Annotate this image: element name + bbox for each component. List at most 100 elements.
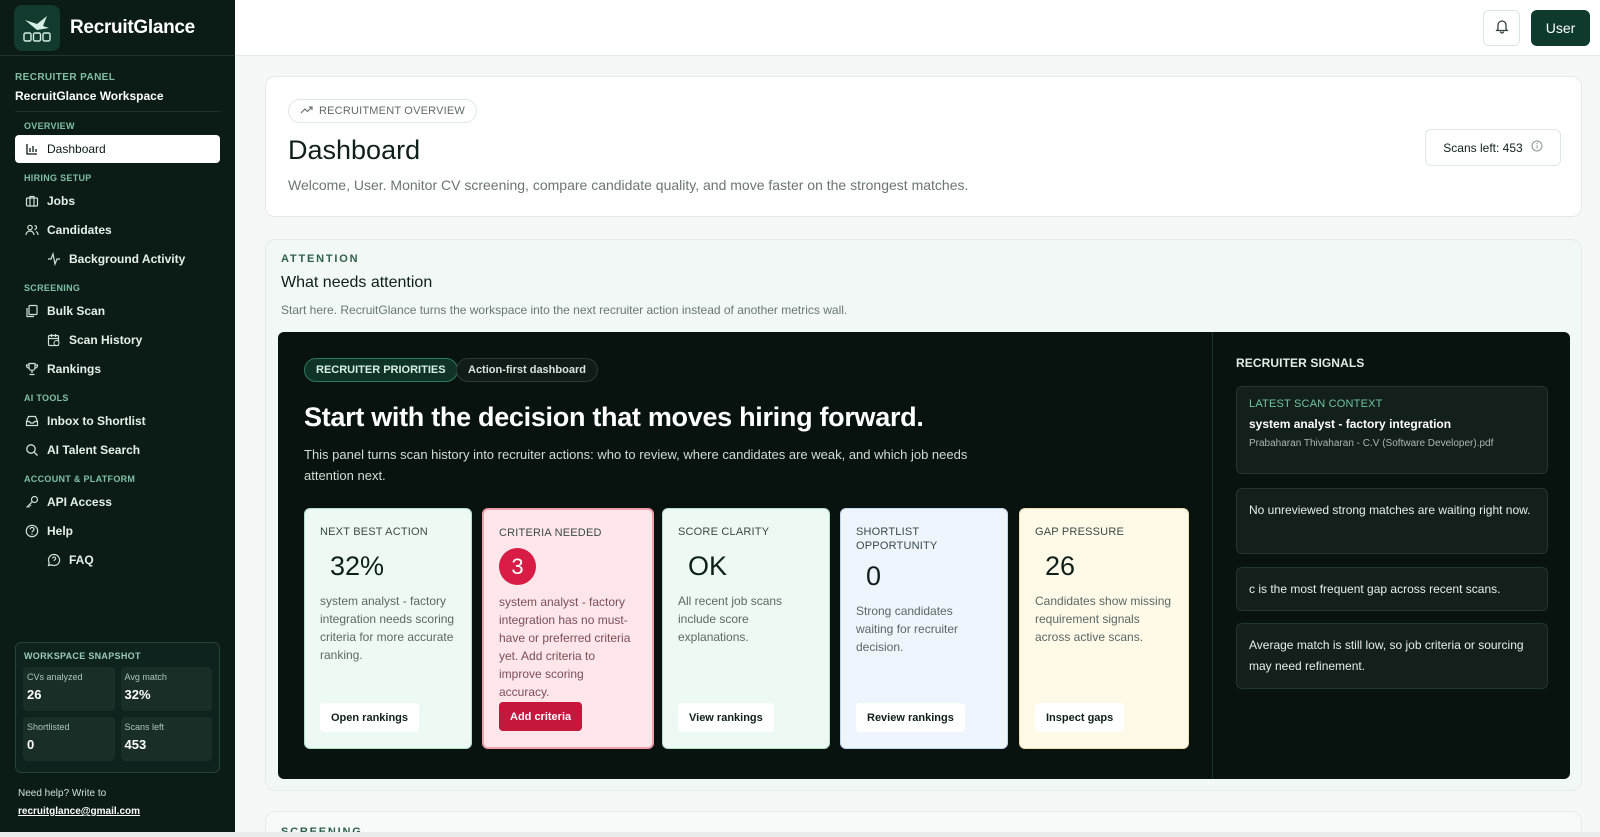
help-text: Need help? Write to [18, 788, 107, 799]
card-text: system analyst - factory integration has… [499, 595, 631, 699]
workspace-snapshot: WORKSPACE SNAPSHOT CVs analyzed 26 Avg m… [15, 642, 220, 773]
attention-title: What needs attention [281, 274, 433, 291]
activity-icon [47, 252, 61, 266]
overview-pill: RECRUITMENT OVERVIEW [288, 99, 477, 123]
brand-name: RecruitGlance [70, 16, 195, 38]
latest-scan-context: LATEST SCAN CONTEXT system analyst - fac… [1236, 386, 1548, 474]
card-value: 32% [330, 551, 385, 581]
card-score-clarity: SCORE CLARITY OK All recent job scans in… [662, 508, 830, 749]
snapshot-label: Avg match [124, 672, 167, 682]
snapshot-label: CVs analyzed [27, 672, 83, 682]
sidebar-item-label: Bulk Scan [47, 304, 106, 318]
help-contact: Need help? Write to recruitglance@gmail.… [18, 785, 140, 821]
context-file: Prabaharan Thivaharan - C.V (Software De… [1249, 438, 1494, 449]
workspace-name: RecruitGlance Workspace [15, 89, 220, 112]
brand-logo-icon [14, 4, 60, 51]
context-label: LATEST SCAN CONTEXT [1249, 398, 1383, 410]
sidebar-item-faq[interactable]: FAQ [15, 546, 220, 574]
card-criteria-needed: CRITERIA NEEDED 3 system analyst - facto… [482, 508, 654, 749]
card-next-best-action: NEXT BEST ACTION 32% system analyst - fa… [304, 508, 472, 749]
hero-description: This panel turns scan history into recru… [304, 447, 968, 483]
sidebar-item-jobs[interactable]: Jobs [15, 187, 220, 215]
priorities-panel: RECRUITER PRIORITIES Action-first dashbo… [278, 332, 1570, 779]
nav-group-screening: SCREENING [24, 283, 81, 293]
open-rankings-button[interactable]: Open rankings [320, 703, 420, 732]
snapshot-cell-cvs: CVs analyzed 26 [23, 667, 115, 711]
sidebar-item-help[interactable]: Help [15, 517, 220, 545]
sidebar-item-label: API Access [47, 495, 112, 509]
sidebar-item-label: AI Talent Search [47, 443, 141, 457]
signal-text: No unreviewed strong matches are waiting… [1249, 503, 1531, 517]
add-criteria-button[interactable]: Add criteria [499, 702, 583, 731]
info-icon [1531, 140, 1543, 155]
snapshot-title: WORKSPACE SNAPSHOT [24, 651, 141, 661]
sidebar-item-api-access[interactable]: API Access [15, 488, 220, 516]
key-icon [25, 495, 39, 509]
sidebar-item-label: FAQ [69, 553, 94, 567]
card-value: 26 [1045, 551, 1076, 581]
action-first-tag: Action-first dashboard [456, 358, 598, 382]
sidebar-item-label: Help [47, 524, 74, 538]
signal-text: Average match is still low, so job crite… [1249, 638, 1524, 673]
bar-chart-icon [25, 142, 39, 156]
chat-question-icon [47, 553, 61, 567]
snapshot-cell-shortlisted: Shortlisted 0 [23, 717, 115, 761]
notifications-button[interactable] [1483, 10, 1520, 46]
sidebar-nav: OVERVIEW Dashboard HIRING SETUP Jobs Can… [0, 112, 235, 574]
sidebar-item-bulk-scan[interactable]: Bulk Scan [15, 297, 220, 325]
snapshot-cell-scans-left: Scans left 453 [120, 717, 212, 761]
signal-item: No unreviewed strong matches are waiting… [1236, 488, 1548, 554]
nav-group-hiring: HIRING SETUP [24, 173, 92, 183]
card-text: Strong candidates waiting for recruiter … [856, 604, 959, 654]
card-text: All recent job scans include score expla… [678, 594, 783, 644]
sidebar-item-dashboard[interactable]: Dashboard [15, 135, 220, 163]
files-icon [25, 304, 39, 318]
sidebar: RecruitGlance RECRUITER PANEL RecruitGla… [0, 0, 235, 837]
calendar-clock-icon [47, 333, 61, 347]
sidebar-item-label: Rankings [47, 362, 102, 376]
priorities-main: RECRUITER PRIORITIES Action-first dashbo… [278, 332, 1213, 779]
context-job: system analyst - factory integration [1249, 417, 1452, 431]
signals-title: RECRUITER SIGNALS [1236, 356, 1365, 370]
trophy-icon [25, 362, 39, 376]
signal-item: c is the most frequent gap across recent… [1236, 567, 1548, 611]
bottom-border [0, 832, 1600, 837]
view-rankings-button[interactable]: View rankings [678, 703, 774, 732]
sidebar-item-candidates[interactable]: Candidates [15, 216, 220, 244]
nav-group-overview: OVERVIEW [24, 121, 75, 131]
recruiter-signals: RECRUITER SIGNALS LATEST SCAN CONTEXT sy… [1214, 332, 1570, 779]
scans-left-badge[interactable]: Scans left: 453 [1425, 129, 1561, 166]
card-value-badge: 3 [499, 548, 536, 585]
signal-item: Average match is still low, so job crite… [1236, 623, 1548, 689]
card-value: 0 [866, 561, 882, 591]
sidebar-item-background-activity[interactable]: Background Activity [15, 245, 220, 273]
card-label: SHORTLIST OPPORTUNITY [856, 526, 938, 552]
inbox-icon [25, 414, 39, 428]
topbar [235, 0, 1600, 56]
attention-section: ATTENTION What needs attention Start her… [265, 239, 1582, 791]
attention-subtitle: Start here. RecruitGlance turns the work… [281, 303, 848, 317]
overview-card: RECRUITMENT OVERVIEW Dashboard Welcome, … [265, 76, 1582, 217]
card-gap-pressure: GAP PRESSURE 26 Candidates show missing … [1019, 508, 1189, 749]
users-icon [25, 223, 39, 237]
help-email-link[interactable]: recruitglance@gmail.com [18, 806, 140, 817]
card-value: OK [688, 551, 728, 581]
help-circle-icon [25, 524, 39, 538]
snapshot-value: 0 [27, 737, 35, 752]
sidebar-item-label: Dashboard [47, 142, 106, 156]
card-label: CRITERIA NEEDED [499, 527, 602, 539]
sidebar-item-inbox-to-shortlist[interactable]: Inbox to Shortlist [15, 407, 220, 435]
search-icon [25, 443, 39, 457]
user-menu-button[interactable]: User [1531, 10, 1590, 46]
sidebar-item-ai-talent-search[interactable]: AI Talent Search [15, 436, 220, 464]
page-title: Dashboard [288, 135, 421, 165]
sidebar-item-scan-history[interactable]: Scan History [15, 326, 220, 354]
sidebar-item-rankings[interactable]: Rankings [15, 355, 220, 383]
card-label: NEXT BEST ACTION [320, 526, 428, 538]
brand[interactable]: RecruitGlance [0, 0, 235, 56]
panel-label: RECRUITER PANEL [15, 72, 116, 83]
snapshot-value: 32% [124, 687, 151, 702]
inspect-gaps-button[interactable]: Inspect gaps [1035, 703, 1125, 732]
briefcase-icon [25, 194, 39, 208]
review-rankings-button[interactable]: Review rankings [856, 703, 965, 732]
